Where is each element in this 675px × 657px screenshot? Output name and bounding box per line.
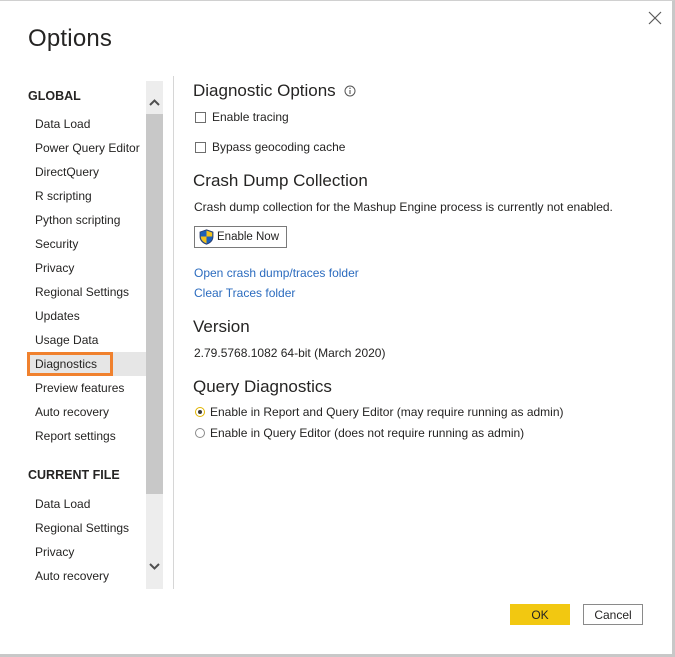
radio-button[interactable] (195, 428, 205, 438)
ok-button[interactable]: OK (510, 604, 570, 625)
version-value: 2.79.5768.1082 64-bit (March 2020) (194, 346, 386, 360)
nav-item-usage-data[interactable]: Usage Data (27, 328, 146, 352)
section-header-global: GLOBAL (28, 89, 81, 103)
options-nav: GLOBAL Data Load Power Query Editor Dire… (0, 81, 146, 589)
checkbox-box[interactable] (195, 141, 206, 153)
query-diagnostics-heading: Query Diagnostics (193, 377, 332, 396)
enable-now-label: Enable Now (217, 231, 280, 243)
nav-item-preview-features[interactable]: Preview features (27, 376, 146, 400)
nav-item-regional-settings[interactable]: Regional Settings (27, 280, 146, 304)
close-button[interactable] (648, 11, 664, 27)
uac-shield-icon (199, 229, 214, 245)
checkbox-label: Enable tracing (212, 110, 289, 124)
chevron-down-icon (149, 562, 160, 570)
radio-query-editor-only[interactable]: Enable in Query Editor (does not require… (195, 426, 524, 440)
scrollbar-thumb[interactable] (146, 114, 163, 494)
nav-item-privacy[interactable]: Privacy (27, 256, 146, 280)
nav-item-python-scripting[interactable]: Python scripting (27, 208, 146, 232)
nav-item-directquery[interactable]: DirectQuery (27, 160, 146, 184)
nav-item-power-query-editor[interactable]: Power Query Editor (27, 136, 146, 160)
version-heading: Version (193, 317, 250, 336)
sidebar-scrollbar[interactable] (146, 81, 163, 589)
clear-traces-folder-link[interactable]: Clear Traces folder (194, 286, 295, 300)
nav-item-security[interactable]: Security (27, 232, 146, 256)
radio-label: Enable in Report and Query Editor (may r… (210, 405, 564, 419)
nav-item-file-regional-settings[interactable]: Regional Settings (27, 516, 146, 540)
close-icon (648, 11, 662, 25)
nav-item-r-scripting[interactable]: R scripting (27, 184, 146, 208)
info-icon[interactable] (344, 85, 356, 97)
chevron-up-icon (149, 98, 160, 106)
nav-item-updates[interactable]: Updates (27, 304, 146, 328)
checkbox-label: Bypass geocoding cache (212, 140, 346, 154)
radio-label: Enable in Query Editor (does not require… (210, 426, 525, 440)
radio-button[interactable] (195, 407, 205, 417)
crash-dump-description: Crash dump collection for the Mashup Eng… (194, 200, 613, 214)
nav-item-label: Diagnostics (35, 357, 98, 371)
checkbox-box[interactable] (195, 111, 206, 123)
nav-item-auto-recovery[interactable]: Auto recovery (27, 400, 146, 424)
bypass-geocoding-checkbox[interactable]: Bypass geocoding cache (195, 140, 345, 154)
radio-report-and-query-editor[interactable]: Enable in Report and Query Editor (may r… (195, 405, 564, 419)
nav-item-file-privacy[interactable]: Privacy (27, 540, 146, 564)
nav-item-diagnostics[interactable]: Diagnostics (27, 352, 146, 376)
options-dialog: Options GLOBAL Data Load Power Query Edi… (0, 0, 675, 657)
cancel-button[interactable]: Cancel (583, 604, 643, 625)
open-crash-dump-folder-link[interactable]: Open crash dump/traces folder (194, 266, 359, 280)
nav-item-file-auto-recovery[interactable]: Auto recovery (27, 564, 146, 588)
section-header-current-file: CURRENT FILE (28, 468, 120, 482)
nav-item-file-data-load[interactable]: Data Load (27, 492, 146, 516)
enable-now-button[interactable]: Enable Now (194, 226, 288, 248)
diagnostic-options-heading: Diagnostic Options (193, 81, 356, 101)
dialog-title: Options (28, 25, 113, 52)
crash-dump-heading: Crash Dump Collection (193, 171, 368, 190)
enable-tracing-checkbox[interactable]: Enable tracing (195, 110, 289, 124)
scroll-up-button[interactable] (146, 91, 163, 113)
scroll-down-button[interactable] (146, 555, 163, 577)
heading-text: Diagnostic Options (193, 81, 336, 100)
pane-divider (173, 76, 174, 589)
nav-item-data-load[interactable]: Data Load (27, 112, 146, 136)
nav-item-report-settings[interactable]: Report settings (27, 424, 146, 448)
